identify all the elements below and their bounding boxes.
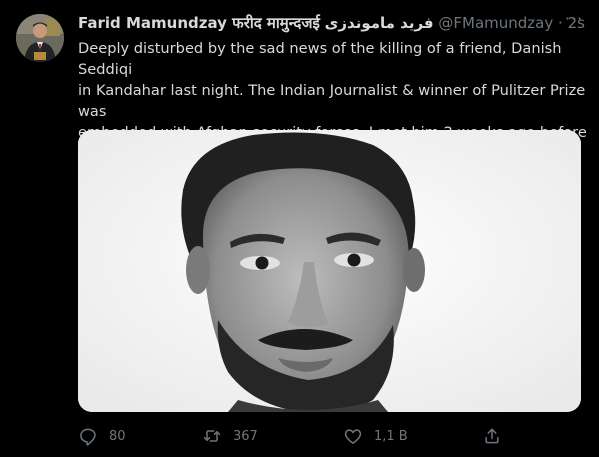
avatar[interactable]	[16, 14, 64, 62]
share-icon	[485, 428, 499, 444]
share-button[interactable]	[482, 424, 502, 448]
tweet-photo[interactable]	[78, 130, 581, 412]
like-count: 1,1 B	[374, 428, 408, 444]
retweet-button[interactable]: 367	[202, 424, 258, 448]
like-button[interactable]: 1,1 B	[343, 424, 408, 448]
portrait-photo	[78, 130, 581, 412]
display-name-arabic[interactable]: فرید ماموندزی	[325, 14, 434, 32]
retweet-icon	[203, 430, 221, 442]
reply-button[interactable]: 80	[78, 424, 126, 448]
reply-icon	[80, 428, 96, 446]
more-options-button[interactable]: ···	[563, 11, 585, 30]
retweet-count: 367	[233, 428, 258, 444]
action-bar: 80 367 1,1 B	[78, 424, 518, 448]
like-icon	[344, 429, 362, 444]
reply-count: 80	[109, 428, 126, 444]
tweet-header: Farid Mamundzay फरीद मामुन्दजई فرید مامو…	[78, 12, 585, 34]
tweet[interactable]: Farid Mamundzay फरीद मामुन्दजई فرید مامو…	[0, 0, 599, 457]
display-name[interactable]: Farid Mamundzay फरीद मामुन्दजई	[78, 14, 320, 32]
handle[interactable]: @FMamundzay	[438, 14, 553, 32]
